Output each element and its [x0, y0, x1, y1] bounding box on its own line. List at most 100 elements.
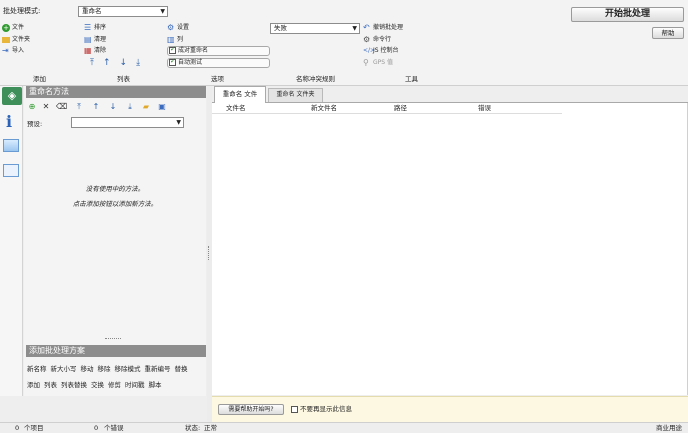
start-batch-button[interactable]: 开始批处理: [571, 7, 684, 22]
sort-button[interactable]: ☰ 排序: [84, 23, 106, 33]
layers-icon[interactable]: ◈: [2, 87, 22, 105]
batch-mode-value: 重命名: [82, 7, 102, 15]
scheme-timestamp[interactable]: 时间戳: [125, 381, 145, 389]
scheme-new-name[interactable]: 新名称: [27, 365, 47, 373]
section-header-tools: 工具: [405, 75, 418, 83]
splitter-grip: [208, 246, 210, 260]
chevron-down-icon: ▼: [176, 119, 181, 126]
batch-mode-label: 批处理模式:: [3, 7, 41, 15]
move-bottom-icon[interactable]: ⤓: [136, 58, 149, 68]
columns-label: 列: [177, 36, 184, 43]
items-label: 个项目: [24, 424, 44, 432]
gps-button[interactable]: ⚲ GPS 值: [363, 58, 393, 68]
save-preset-icon[interactable]: ▣: [157, 102, 167, 112]
preset-select[interactable]: ▼: [71, 117, 184, 128]
scheme-list[interactable]: 列表: [44, 381, 57, 389]
columns-button[interactable]: ▥ 列: [167, 35, 183, 45]
settings-label: 设置: [177, 24, 190, 31]
clear-button[interactable]: ▦ 清除: [84, 46, 106, 56]
empty-methods-line1: 没有使用中的方法。: [85, 185, 145, 193]
move-top-icon[interactable]: ⤒: [90, 58, 103, 68]
help-button[interactable]: 帮助: [652, 27, 684, 39]
move-top-method-icon[interactable]: ⤒: [74, 102, 84, 112]
import-label: 导入: [12, 47, 25, 54]
commercial-use-link[interactable]: 商业用途: [656, 423, 682, 433]
section-header-bar: 添加 列表 选项 名称冲突规则 工具: [0, 74, 688, 84]
add-file-button[interactable]: + 文件: [2, 23, 24, 33]
scheme-swap[interactable]: 交换: [91, 381, 104, 389]
image-icon[interactable]: [3, 139, 19, 152]
left-icon-strip: [0, 86, 23, 396]
undo-batch-button[interactable]: ↶ 撤销批处理: [363, 23, 403, 33]
settings-icon: ⚙: [167, 22, 175, 32]
auto-test-toggle[interactable]: 自动测试: [167, 57, 270, 68]
column-new-filename[interactable]: 新文件名: [311, 103, 337, 114]
dont-show-toggle[interactable]: 不要再显示此信息: [291, 405, 352, 414]
scheme-list-replace[interactable]: 列表替换: [61, 381, 87, 389]
add-folder-button[interactable]: 文件夹: [2, 35, 30, 45]
errors-count: 0: [94, 424, 99, 432]
js-console-label: JS 控制台: [373, 47, 399, 54]
move-up-icon[interactable]: ↑: [103, 58, 120, 68]
move-down-icon[interactable]: ↓: [120, 58, 137, 68]
state-label: 状态:: [185, 424, 201, 432]
auto-test-label: 自动测试: [178, 59, 203, 66]
tab-rename-folders[interactable]: 重命名 文件夹: [268, 88, 323, 102]
scheme-trim[interactable]: 修剪: [108, 381, 121, 389]
batch-scheme-line1: 新名称 新大小写 移动 移除 移除模式 重新编号 替换: [27, 363, 188, 373]
move-up-method-icon[interactable]: ↑: [91, 102, 101, 112]
tab-rename-files[interactable]: 重命名 文件: [214, 86, 266, 103]
errors-label: 个错误: [104, 424, 124, 432]
sort-icon: ☰: [84, 22, 92, 32]
auto-test-checkbox[interactable]: [169, 57, 176, 66]
clean-button[interactable]: ▤ 清理: [84, 35, 106, 45]
dont-show-checkbox[interactable]: [291, 405, 298, 413]
panel-resize-grip[interactable]: [105, 338, 121, 340]
section-header-add: 添加: [33, 75, 46, 83]
batch-mode-select[interactable]: 重命名 ▼: [78, 6, 168, 17]
pair-rename-toggle[interactable]: 成对重命名: [167, 45, 270, 56]
import-button[interactable]: ⇥ 导入: [2, 46, 24, 56]
column-path[interactable]: 路径: [394, 103, 407, 114]
conflict-rule-value: 失败: [274, 24, 287, 32]
scheme-remove[interactable]: 移除: [98, 365, 111, 373]
clear-label: 清除: [94, 47, 107, 54]
folder-view-icon[interactable]: [3, 164, 19, 177]
file-list-header: 文件名 新文件名 路径 错误: [212, 103, 562, 114]
section-header-list: 列表: [117, 75, 130, 83]
scheme-move[interactable]: 移动: [81, 365, 94, 373]
scheme-add[interactable]: 添加: [27, 381, 40, 389]
settings-button[interactable]: ⚙ 设置: [167, 23, 189, 33]
remove-method-icon[interactable]: ✕: [41, 102, 51, 112]
js-console-button[interactable]: </>JS 控制台: [363, 46, 399, 56]
open-preset-icon[interactable]: ▰: [141, 102, 151, 112]
code-icon: </>: [363, 46, 376, 54]
move-down-method-icon[interactable]: ↓: [108, 102, 118, 112]
scheme-renumber[interactable]: 重新编号: [145, 365, 171, 373]
add-file-label: 文件: [12, 24, 25, 31]
add-method-icon[interactable]: ⊕: [27, 102, 37, 112]
clean-icon: ▤: [84, 34, 92, 44]
scheme-remove-pattern[interactable]: 移除模式: [115, 365, 141, 373]
add-folder-label: 文件夹: [12, 36, 31, 43]
conflict-rule-select[interactable]: 失败 ▼: [270, 23, 360, 34]
status-bar: 0 个项目 0 个错误 状态: 正常 商业用途: [0, 422, 688, 433]
scheme-replace[interactable]: 替换: [175, 365, 188, 373]
pair-rename-checkbox[interactable]: [169, 45, 176, 54]
gps-label: GPS 值: [373, 59, 393, 66]
location-icon: ⚲: [363, 57, 369, 67]
file-list[interactable]: [212, 103, 688, 395]
column-filename[interactable]: 文件名: [226, 103, 246, 114]
empty-methods-line2: 点击添加按钮以添加新方法。: [72, 200, 158, 208]
delete-method-icon[interactable]: ⌫: [56, 102, 67, 112]
add-icon: +: [2, 23, 10, 32]
scheme-new-case[interactable]: 新大小写: [51, 365, 77, 373]
column-error[interactable]: 错误: [478, 103, 491, 114]
scheme-script[interactable]: 脚本: [149, 381, 162, 389]
need-help-button[interactable]: 需要帮助开始吗?: [218, 404, 284, 415]
dont-show-label: 不要再显示此信息: [300, 405, 352, 413]
move-bottom-method-icon[interactable]: ⤓: [125, 102, 135, 112]
info-icon[interactable]: i: [6, 112, 12, 131]
preset-label: 预设:: [27, 120, 43, 128]
command-line-button[interactable]: ⚙ 命令行: [363, 35, 391, 45]
